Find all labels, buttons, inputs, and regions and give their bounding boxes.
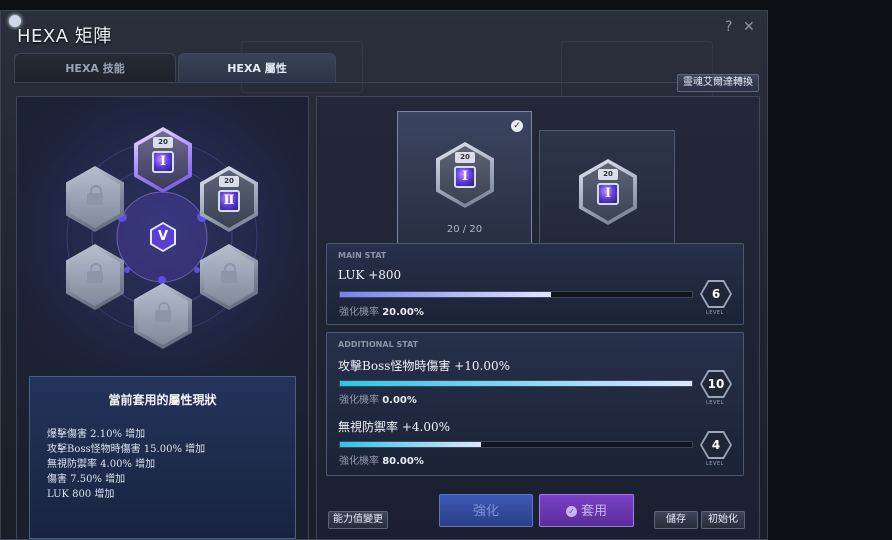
window-title: HEXA 矩陣 <box>17 26 112 47</box>
apply-button[interactable]: ✓ 套用 <box>539 494 634 527</box>
rate-value: 20.00% <box>382 307 424 318</box>
additional-stat-level: 4 <box>702 433 730 457</box>
additional-stat-bar <box>339 380 693 387</box>
additional-stat-header: ADDITIONAL STAT <box>338 340 419 349</box>
lock-icon <box>221 263 237 283</box>
main-stat-bar-fill <box>340 292 552 297</box>
preview-core-icon: 20 Ⅰ <box>436 142 494 208</box>
stat-line: LUK 800 增加 <box>47 489 115 500</box>
rate-value: 0.00% <box>382 395 417 406</box>
tab-hexa-attributes[interactable]: HEXA 屬性 <box>178 53 336 83</box>
help-button[interactable]: ? <box>725 19 732 35</box>
core-level-badge: 20 <box>153 137 173 148</box>
additional-stat-level-icon: 4 <box>700 431 732 459</box>
stat-line: 無視防禦率 4.00% 增加 <box>47 459 156 470</box>
hexa-matrix-window: HEXA 矩陣 ? ✕ HEXA 技能 HEXA 屬性 靈魂艾爾達轉換 V 20… <box>0 10 768 540</box>
rate-value: 80.00% <box>382 456 424 467</box>
stat-line: 攻擊Boss怪物時傷害 15.00% 增加 <box>47 444 206 455</box>
apply-button-label: 套用 <box>580 504 607 519</box>
level-label: LEVEL <box>706 461 724 467</box>
lock-icon <box>87 185 103 205</box>
main-stat-rate: 強化機率 20.00% <box>339 303 424 318</box>
check-icon: ✓ <box>511 120 523 132</box>
rate-label: 強化機率 <box>339 307 379 318</box>
additional-stat-rate: 強化機率 0.00% <box>339 391 417 406</box>
core-progress-text: 20 / 20 <box>446 224 483 235</box>
tab-divider <box>14 82 759 83</box>
lock-icon <box>87 263 103 283</box>
core-level-badge: 20 <box>455 152 475 163</box>
main-stat-level-icon: 6 <box>700 280 732 308</box>
main-stat-level: 6 <box>702 282 730 306</box>
enhance-button[interactable]: 強化 <box>439 494 533 527</box>
additional-stat-name: 攻擊Boss怪物時傷害 +10.00% <box>338 359 510 373</box>
core-level-badge: 20 <box>219 176 239 187</box>
main-stat-name: LUK +800 <box>338 268 402 282</box>
lock-icon <box>155 302 171 322</box>
stat-line: 傷害 7.50% 增加 <box>47 474 126 485</box>
main-stat-box: MAIN STAT LUK +800 強化機率 20.00% 6 LEVEL <box>326 243 744 325</box>
close-button[interactable]: ✕ <box>743 19 755 35</box>
next-core-card[interactable]: 20 Ⅰ <box>539 130 675 248</box>
rate-label: 強化機率 <box>339 395 379 406</box>
additional-stat-level-icon: 10 <box>700 370 732 398</box>
additional-stat-level: 10 <box>702 372 730 396</box>
main-stat-header: MAIN STAT <box>338 251 387 260</box>
matrix-panel: V 20 Ⅰ 20 Ⅱ 當前套用的屬性現狀 爆擊傷害 2.10% 增加 攻擊Bo… <box>16 96 309 539</box>
stat-gem-icon: Ⅱ <box>218 190 240 212</box>
core-level-badge: 20 <box>598 169 618 180</box>
rate-label: 強化機率 <box>339 456 379 467</box>
main-stat-bar <box>339 291 693 298</box>
current-stats-title: 當前套用的屬性現狀 <box>108 393 217 407</box>
tab-hexa-skills[interactable]: HEXA 技能 <box>14 53 176 83</box>
additional-stat-bar <box>339 441 693 448</box>
stat-line: 爆擊傷害 2.10% 增加 <box>47 429 146 440</box>
additional-stat-name: 無視防禦率 +4.00% <box>338 420 450 434</box>
stat-gem-icon: Ⅰ <box>597 183 619 205</box>
current-stats-box: 當前套用的屬性現狀 爆擊傷害 2.10% 增加 攻擊Boss怪物時傷害 15.0… <box>29 376 296 539</box>
stat-gem-icon: Ⅰ <box>152 151 174 173</box>
save-button[interactable]: 儲存 <box>654 511 698 529</box>
change-stat-button[interactable]: 能力值變更 <box>328 511 388 529</box>
current-stats-list: 爆擊傷害 2.10% 增加 攻擊Boss怪物時傷害 15.00% 增加 無視防禦… <box>47 427 205 502</box>
additional-stat-rate: 強化機率 80.00% <box>339 452 424 467</box>
check-circle-icon: ✓ <box>565 506 577 517</box>
level-label: LEVEL <box>706 310 724 316</box>
sol-erda-convert-button[interactable]: 靈魂艾爾達轉換 <box>677 74 759 92</box>
additional-stat-box: ADDITIONAL STAT 攻擊Boss怪物時傷害 +10.00% 強化機率… <box>326 332 744 476</box>
stat-gem-icon: Ⅰ <box>454 166 476 188</box>
additional-stat-bar-fill <box>340 381 692 386</box>
additional-stat-bar-fill <box>340 442 481 447</box>
level-label: LEVEL <box>706 400 724 406</box>
preview-core-icon: 20 Ⅰ <box>579 159 637 225</box>
reset-button[interactable]: 初始化 <box>701 511 745 529</box>
current-core-card[interactable]: ✓ 20 Ⅰ 20 / 20 <box>397 111 532 249</box>
